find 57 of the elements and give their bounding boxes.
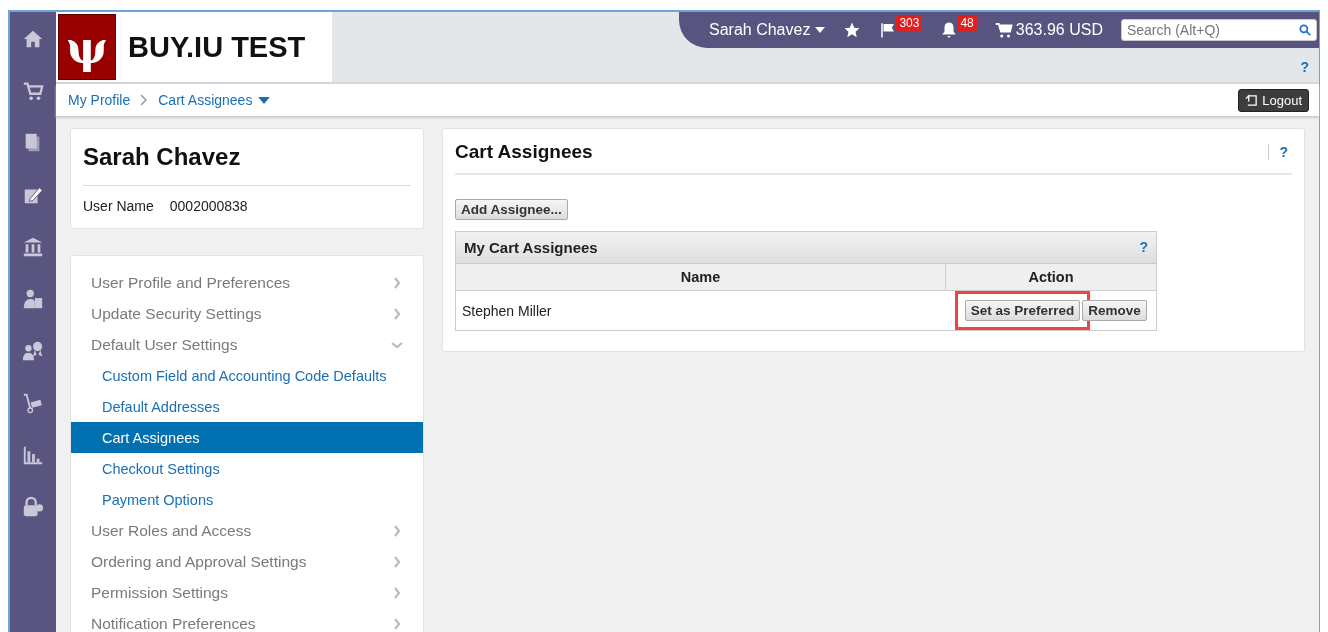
help-link[interactable]: ?	[1300, 59, 1309, 75]
help-link[interactable]: ?	[1268, 144, 1292, 160]
search-field[interactable]: Search (Alt+Q)	[1120, 19, 1317, 41]
row-action-button[interactable]: Set as Preferred	[964, 300, 1081, 321]
table-title: My Cart Assignees	[464, 239, 598, 256]
cart-icon[interactable]	[994, 21, 1013, 39]
count-badge: 303	[896, 15, 923, 31]
page-title: Cart Assignees	[455, 141, 593, 163]
chevron-right-icon	[391, 586, 403, 599]
logo-mark[interactable]: ψ	[58, 14, 116, 80]
menu-item[interactable]: Ordering and Approval Settings	[71, 546, 423, 577]
username-value: 0002000838	[169, 198, 248, 214]
profile-name: Sarah Chavez	[83, 143, 411, 186]
person-clipboard-icon[interactable]	[22, 288, 44, 310]
menu-item[interactable]: Permission Settings	[71, 577, 423, 608]
username-label: User Name	[83, 198, 154, 214]
home-icon[interactable]	[22, 28, 44, 50]
help-link[interactable]: ?	[1139, 239, 1148, 256]
chevron-right-icon	[391, 617, 403, 630]
column-header: Action	[945, 263, 1156, 291]
search-icon[interactable]	[1297, 23, 1312, 37]
chevron-right-icon	[391, 276, 403, 289]
logo-text[interactable]: BUY.IU TEST	[128, 30, 306, 64]
chevron-right-icon	[391, 307, 403, 320]
chevron-right-icon	[140, 94, 149, 106]
hand-truck-icon[interactable]	[22, 392, 44, 414]
menu-item[interactable]: User Roles and Access	[71, 515, 423, 546]
logout-button[interactable]: Logout	[1238, 88, 1309, 112]
menu-item[interactable]: User Profile and Preferences	[71, 267, 423, 298]
breadcrumb-link[interactable]: Cart Assignees	[158, 92, 271, 108]
caret-icon[interactable]	[258, 96, 271, 104]
chevron-right-icon	[391, 555, 403, 568]
menu-item[interactable]: Default Addresses	[71, 391, 423, 422]
cart-icon[interactable]	[22, 80, 44, 102]
menu-item[interactable]: Notification Preferences	[71, 608, 423, 632]
menu-item[interactable]: Custom Field and Accounting Code Defaults	[71, 360, 423, 391]
menu-item[interactable]: Default User Settings	[71, 329, 423, 360]
person-award-icon[interactable]	[22, 340, 44, 362]
table-cell: Stephen Miller	[456, 290, 946, 330]
caret-icon[interactable]	[815, 27, 826, 33]
add-assignee-button[interactable]: Add Assignee...	[455, 199, 568, 220]
column-header: Name	[456, 263, 946, 291]
count-badge: 48	[957, 15, 977, 31]
logout-icon[interactable]	[1245, 93, 1259, 107]
menu-item[interactable]: Cart Assignees	[71, 422, 423, 453]
chevron-right-icon	[391, 524, 403, 537]
star-icon[interactable]	[843, 21, 862, 39]
bank-icon[interactable]	[22, 236, 44, 258]
menu-item[interactable]: Payment Options	[71, 484, 423, 515]
breadcrumb-link[interactable]: My Profile	[68, 92, 131, 108]
row-action-button[interactable]: Remove	[1082, 300, 1147, 321]
cart-total[interactable]: 363.96 USD	[1015, 21, 1103, 39]
menu-item[interactable]: Update Security Settings	[71, 298, 423, 329]
bell-icon[interactable]	[940, 21, 959, 39]
menu-item[interactable]: Checkout Settings	[71, 453, 423, 484]
bar-chart-icon[interactable]	[22, 444, 44, 466]
user-menu[interactable]: Sarah Chavez	[709, 21, 826, 39]
